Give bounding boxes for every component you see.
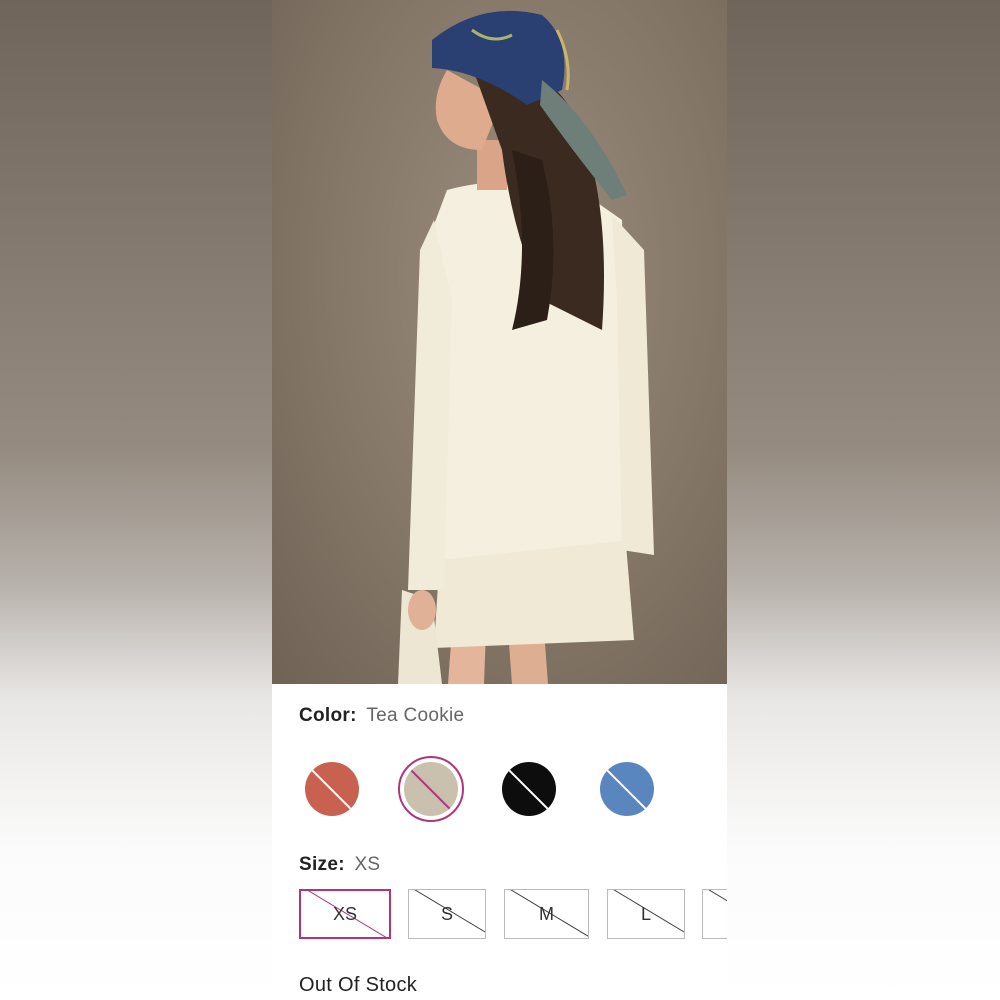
background-blur-right (727, 0, 1000, 1000)
color-swatch-black[interactable] (496, 756, 562, 822)
swatch-tea-cookie-fill (404, 762, 458, 816)
size-option-label: S (440, 903, 453, 924)
color-swatch-tea-cookie[interactable] (398, 756, 464, 822)
swatch-black-fill (502, 762, 556, 816)
color-label-row: Color: Tea Cookie (299, 705, 464, 727)
size-option-l[interactable]: L (607, 889, 685, 939)
size-more-strike (703, 890, 727, 938)
size-label: Size: (299, 854, 345, 875)
color-label: Color: (299, 705, 357, 726)
product-page: Color: Tea Cookie Size: XS XS S M L Out … (272, 0, 727, 1000)
size-option-more[interactable] (702, 889, 727, 939)
swatch-terracotta-fill (305, 762, 359, 816)
size-option-s[interactable]: S (408, 889, 486, 939)
swatch-blue-fill (600, 762, 654, 816)
size-option-label: M (539, 903, 554, 924)
size-option-label: XS (332, 903, 357, 924)
size-option-xs[interactable]: XS (299, 889, 391, 939)
size-option-m[interactable]: M (504, 889, 589, 939)
product-photo[interactable] (272, 0, 727, 684)
size-label-row: Size: XS (299, 854, 380, 876)
color-swatch-blue[interactable] (594, 756, 660, 822)
color-swatch-terracotta[interactable] (299, 756, 365, 822)
color-value: Tea Cookie (366, 705, 465, 726)
size-option-label: L (640, 903, 651, 924)
stock-status: Out Of Stock (299, 974, 418, 996)
background-blur-left (0, 0, 272, 1000)
model-illustration (398, 10, 654, 684)
size-value: XS (354, 854, 381, 875)
